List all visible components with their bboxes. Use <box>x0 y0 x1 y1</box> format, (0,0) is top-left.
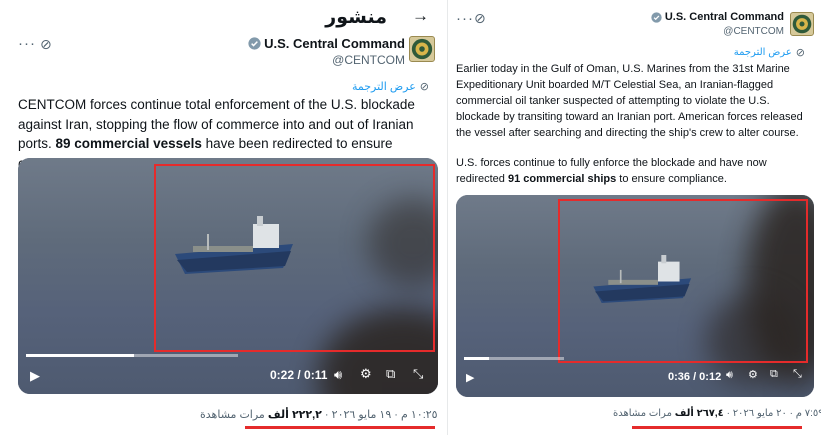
post-meta: ٧:٥٩ م · ٢٠ مايو ٢٠٢٦ · ٢٦٧,٤ ألف مرات م… <box>613 408 821 419</box>
author-name[interactable]: U.S. Central Command <box>248 36 405 51</box>
verified-icon <box>248 37 261 50</box>
settings-icon[interactable]: ⚙ <box>748 368 758 381</box>
pip-icon[interactable]: ⧉ <box>770 368 778 381</box>
avatar[interactable] <box>790 12 814 36</box>
more-icon[interactable]: ··· <box>456 10 474 27</box>
translate-link[interactable]: عرض الترجمة ⊘ <box>352 80 429 93</box>
highlight-underline <box>245 426 435 429</box>
author-handle[interactable]: @CENTCOM <box>723 26 784 37</box>
play-icon[interactable]: ▶ <box>466 371 474 384</box>
verified-icon <box>651 11 662 23</box>
avatar[interactable] <box>409 36 435 62</box>
progress-fill <box>464 357 489 360</box>
highlight-box <box>558 199 808 363</box>
grok-icon[interactable]: ⊘ <box>40 36 52 53</box>
video-controls: ▶ 0:22 / 0:11 🔊︎ ⚙ ⧉ ⤡ <box>18 354 438 394</box>
video-player[interactable]: ▶ 0:22 / 0:11 🔊︎ ⚙ ⧉ ⤡ <box>18 158 438 394</box>
highlight-box <box>154 164 435 352</box>
settings-icon[interactable]: ⚙ <box>360 366 372 382</box>
progress-fill <box>26 354 135 357</box>
video-time: 0:22 / 0:11 <box>270 368 328 382</box>
post-header: ··· ⊘ U.S. Central Command @CENTCOM <box>0 32 447 76</box>
volume-icon[interactable]: 🔊︎ <box>726 369 733 382</box>
author-name[interactable]: U.S. Central Command <box>651 11 784 23</box>
video-player[interactable]: ▶ 0:36 / 0:12 🔊︎ ⚙ ⧉ ⤡ <box>456 195 814 397</box>
left-post-panel: منشور → ··· ⊘ U.S. Central Command @CENT… <box>0 0 447 435</box>
progress-bar[interactable] <box>26 354 238 357</box>
post-text-para2: U.S. forces continue to fully enforce th… <box>456 156 767 185</box>
back-arrow-icon[interactable]: → <box>412 6 429 26</box>
page-title: منشور <box>325 6 387 28</box>
progress-bar[interactable] <box>464 357 564 360</box>
video-time: 0:36 / 0:12 <box>668 371 722 383</box>
globe-icon: ⊘ <box>419 81 429 93</box>
fullscreen-icon[interactable]: ⤡ <box>793 368 802 381</box>
globe-icon: ⊘ <box>795 47 805 59</box>
top-bar: منشور → <box>0 0 447 30</box>
fullscreen-icon[interactable]: ⤡ <box>413 366 423 382</box>
pip-icon[interactable]: ⧉ <box>386 366 395 382</box>
more-icon[interactable]: ··· <box>18 35 36 52</box>
grok-icon[interactable]: ⊘ <box>474 10 486 27</box>
post-text: Earlier today in the Gulf of Oman, U.S. … <box>456 62 814 188</box>
post-meta: ١٠:٢٥ م · ١٩ مايو ٢٠٢٦ · ٢٢٢,٢ ألف مرات … <box>200 409 438 421</box>
right-post-panel: ··· ⊘ U.S. Central Command @CENTCOM عرض … <box>447 0 821 435</box>
play-icon[interactable]: ▶ <box>30 368 40 384</box>
translate-link[interactable]: عرض الترجمة ⊘ <box>734 46 805 59</box>
highlight-underline <box>632 426 802 429</box>
author-handle[interactable]: @CENTCOM <box>332 53 405 67</box>
video-controls: ▶ 0:36 / 0:12 🔊︎ ⚙ ⧉ ⤡ <box>456 357 814 397</box>
volume-icon[interactable]: 🔊︎ <box>334 367 342 383</box>
